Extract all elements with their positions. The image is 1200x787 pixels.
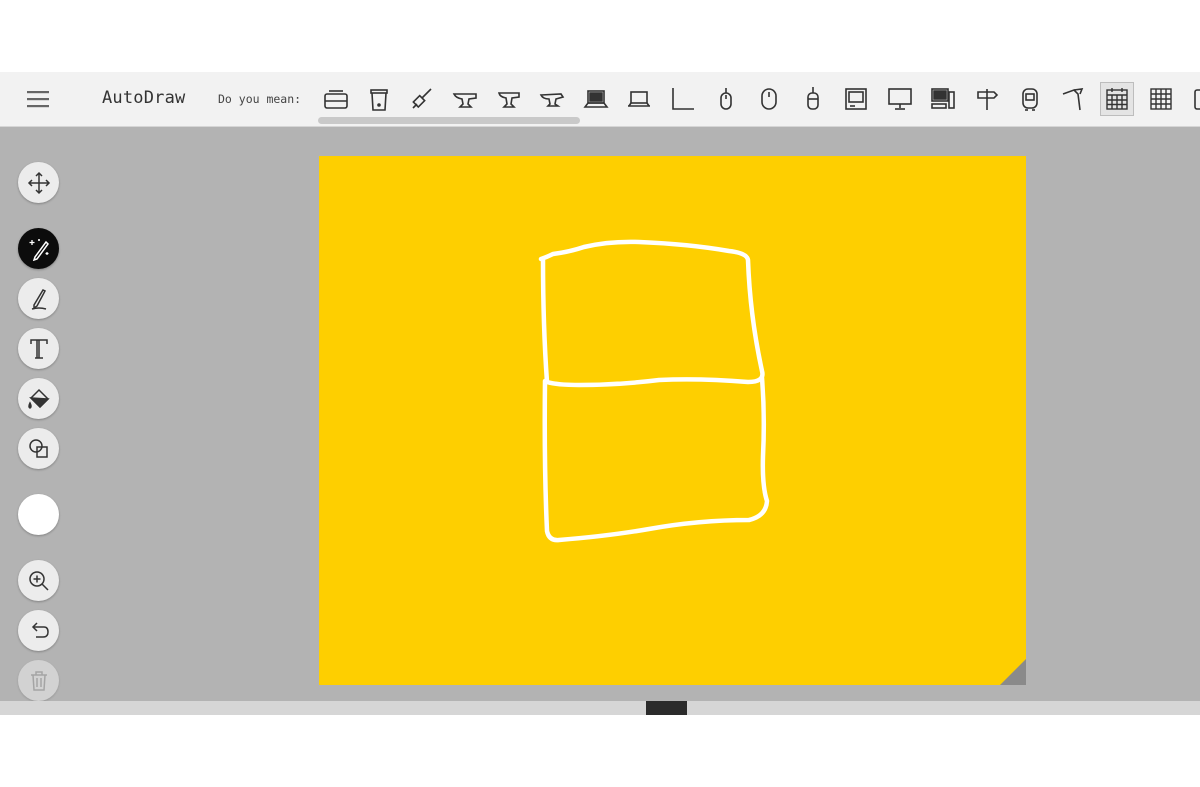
zoom-in-icon xyxy=(28,570,49,591)
trash-icon xyxy=(30,670,47,691)
suggestion-item[interactable] xyxy=(927,83,959,115)
draw-tool-button[interactable] xyxy=(18,278,59,319)
suggestion-item[interactable] xyxy=(580,83,612,115)
suggestion-item[interactable] xyxy=(623,83,655,115)
anvil-icon xyxy=(497,92,520,108)
menu-button[interactable] xyxy=(24,87,52,111)
suggestion-item[interactable] xyxy=(320,83,352,115)
suggestion-item[interactable] xyxy=(667,83,699,115)
fill-tool-button[interactable] xyxy=(18,378,59,419)
desktop-computer-icon xyxy=(931,88,955,109)
suggestion-item[interactable] xyxy=(536,83,568,115)
corner-angle-icon xyxy=(672,88,694,110)
shape-tool-button[interactable] xyxy=(18,428,59,469)
paint-bucket-icon xyxy=(27,388,50,409)
laptop-icon xyxy=(628,91,650,107)
suggestion-item[interactable] xyxy=(797,83,829,115)
suggestion-item[interactable] xyxy=(363,83,395,115)
suggestion-item[interactable] xyxy=(840,83,872,115)
delete-button[interactable] xyxy=(18,660,59,701)
tool-sidebar xyxy=(0,126,78,715)
anvil-icon xyxy=(539,93,565,107)
select-tool-button[interactable] xyxy=(18,162,59,203)
drawing-canvas[interactable] xyxy=(319,156,1026,685)
zoom-button[interactable] xyxy=(18,560,59,601)
paintbrush-icon xyxy=(412,88,432,109)
suggestion-item[interactable] xyxy=(449,83,481,115)
undo-icon xyxy=(31,621,49,638)
canvas-corner-fold xyxy=(1000,659,1026,685)
shapes-icon xyxy=(28,438,48,458)
anvil-icon xyxy=(452,93,477,108)
suggestion-item[interactable] xyxy=(1057,83,1089,115)
grid-icon xyxy=(1150,88,1172,110)
autodraw-app: AutoDraw Do you mean: xyxy=(0,72,1200,715)
suggestion-item[interactable] xyxy=(884,83,916,115)
toaster-icon xyxy=(324,90,348,109)
undo-button[interactable] xyxy=(18,610,59,651)
retro-computer-icon xyxy=(845,88,867,110)
text-t-icon xyxy=(29,338,48,359)
desktop-monitor-icon xyxy=(888,88,912,110)
computer-mouse-icon xyxy=(761,88,777,110)
suggestion-item[interactable] xyxy=(493,83,525,115)
computer-mouse-icon xyxy=(807,87,819,110)
color-picker-button[interactable] xyxy=(18,494,59,535)
bottom-panel-handle[interactable] xyxy=(646,701,687,715)
user-drawing xyxy=(538,239,770,543)
pencil-icon xyxy=(31,288,46,310)
suggestion-item[interactable] xyxy=(406,83,438,115)
hand-tool-icon xyxy=(1062,88,1084,111)
calendar-icon xyxy=(1106,88,1128,110)
app-title: AutoDraw xyxy=(102,88,186,108)
suggestion-item-selected[interactable] xyxy=(1100,82,1134,116)
bottom-bar xyxy=(0,701,1200,715)
autodraw-tool-button[interactable] xyxy=(18,228,59,269)
drawing-stroke-bottom xyxy=(542,375,770,543)
signpost-icon xyxy=(977,89,999,110)
suggestion-item[interactable] xyxy=(1014,83,1046,115)
laptop-icon xyxy=(583,90,609,108)
trash-can-icon xyxy=(370,89,388,111)
robot-icon xyxy=(1022,88,1038,111)
suggestion-item[interactable] xyxy=(753,83,785,115)
suggestions-label: Do you mean: xyxy=(218,92,302,106)
suggestion-scrollbar[interactable] xyxy=(318,117,580,124)
type-tool-button[interactable] xyxy=(18,328,59,369)
hamburger-menu-icon xyxy=(27,91,49,108)
autodraw-sparkle-pencil-icon xyxy=(29,238,49,261)
top-bar: AutoDraw Do you mean: xyxy=(0,72,1200,127)
drawing-stroke-top xyxy=(538,239,765,388)
suggestion-item[interactable] xyxy=(1145,83,1177,115)
suggestion-item[interactable] xyxy=(710,83,742,115)
computer-mouse-icon xyxy=(720,88,732,110)
suggestion-item[interactable] xyxy=(971,83,1003,115)
move-arrows-icon xyxy=(27,171,50,194)
partial-icon xyxy=(1194,89,1200,110)
suggestion-item[interactable] xyxy=(1188,83,1200,115)
